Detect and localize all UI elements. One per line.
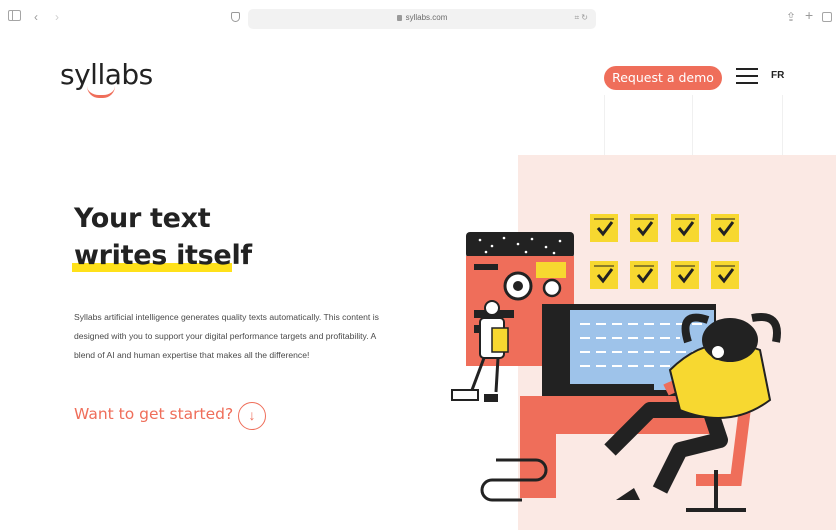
sticky-notes — [590, 214, 739, 289]
divider — [604, 95, 605, 155]
hero-title-line1: Your text — [74, 203, 211, 234]
logo-smile-mark — [87, 86, 115, 98]
plus-icon[interactable]: + — [805, 8, 813, 22]
reload-icon[interactable]: ⌗ ↻ — [575, 13, 588, 23]
arrow-down-icon[interactable]: ↓ — [238, 402, 266, 430]
language-switch[interactable]: FR — [771, 70, 784, 81]
shield-icon[interactable] — [231, 12, 240, 22]
hero-illustration — [451, 214, 781, 512]
address-bar[interactable]: syllabs.com ⌗ ↻ — [248, 9, 596, 29]
tabs-icon[interactable] — [822, 12, 832, 22]
sidebar-icon[interactable] — [8, 10, 21, 21]
lock-icon — [396, 15, 402, 21]
menu-icon[interactable] — [736, 68, 758, 85]
address-url: syllabs.com — [248, 13, 596, 22]
get-started-link[interactable]: Want to get started? — [74, 405, 233, 423]
hero-title-line2: writes itself — [74, 240, 252, 271]
divider — [692, 95, 693, 155]
share-icon[interactable]: ⇪ — [786, 10, 796, 24]
browser-toolbar: ‹ › syllabs.com ⌗ ↻ ⇪ + — [0, 0, 836, 38]
url-text: syllabs.com — [405, 13, 448, 22]
divider — [782, 95, 783, 155]
forward-icon[interactable]: › — [55, 10, 59, 24]
request-demo-button[interactable]: Request a demo — [604, 66, 722, 90]
back-icon[interactable]: ‹ — [34, 10, 38, 24]
hero-description: Syllabs artificial intelligence generate… — [74, 312, 379, 360]
